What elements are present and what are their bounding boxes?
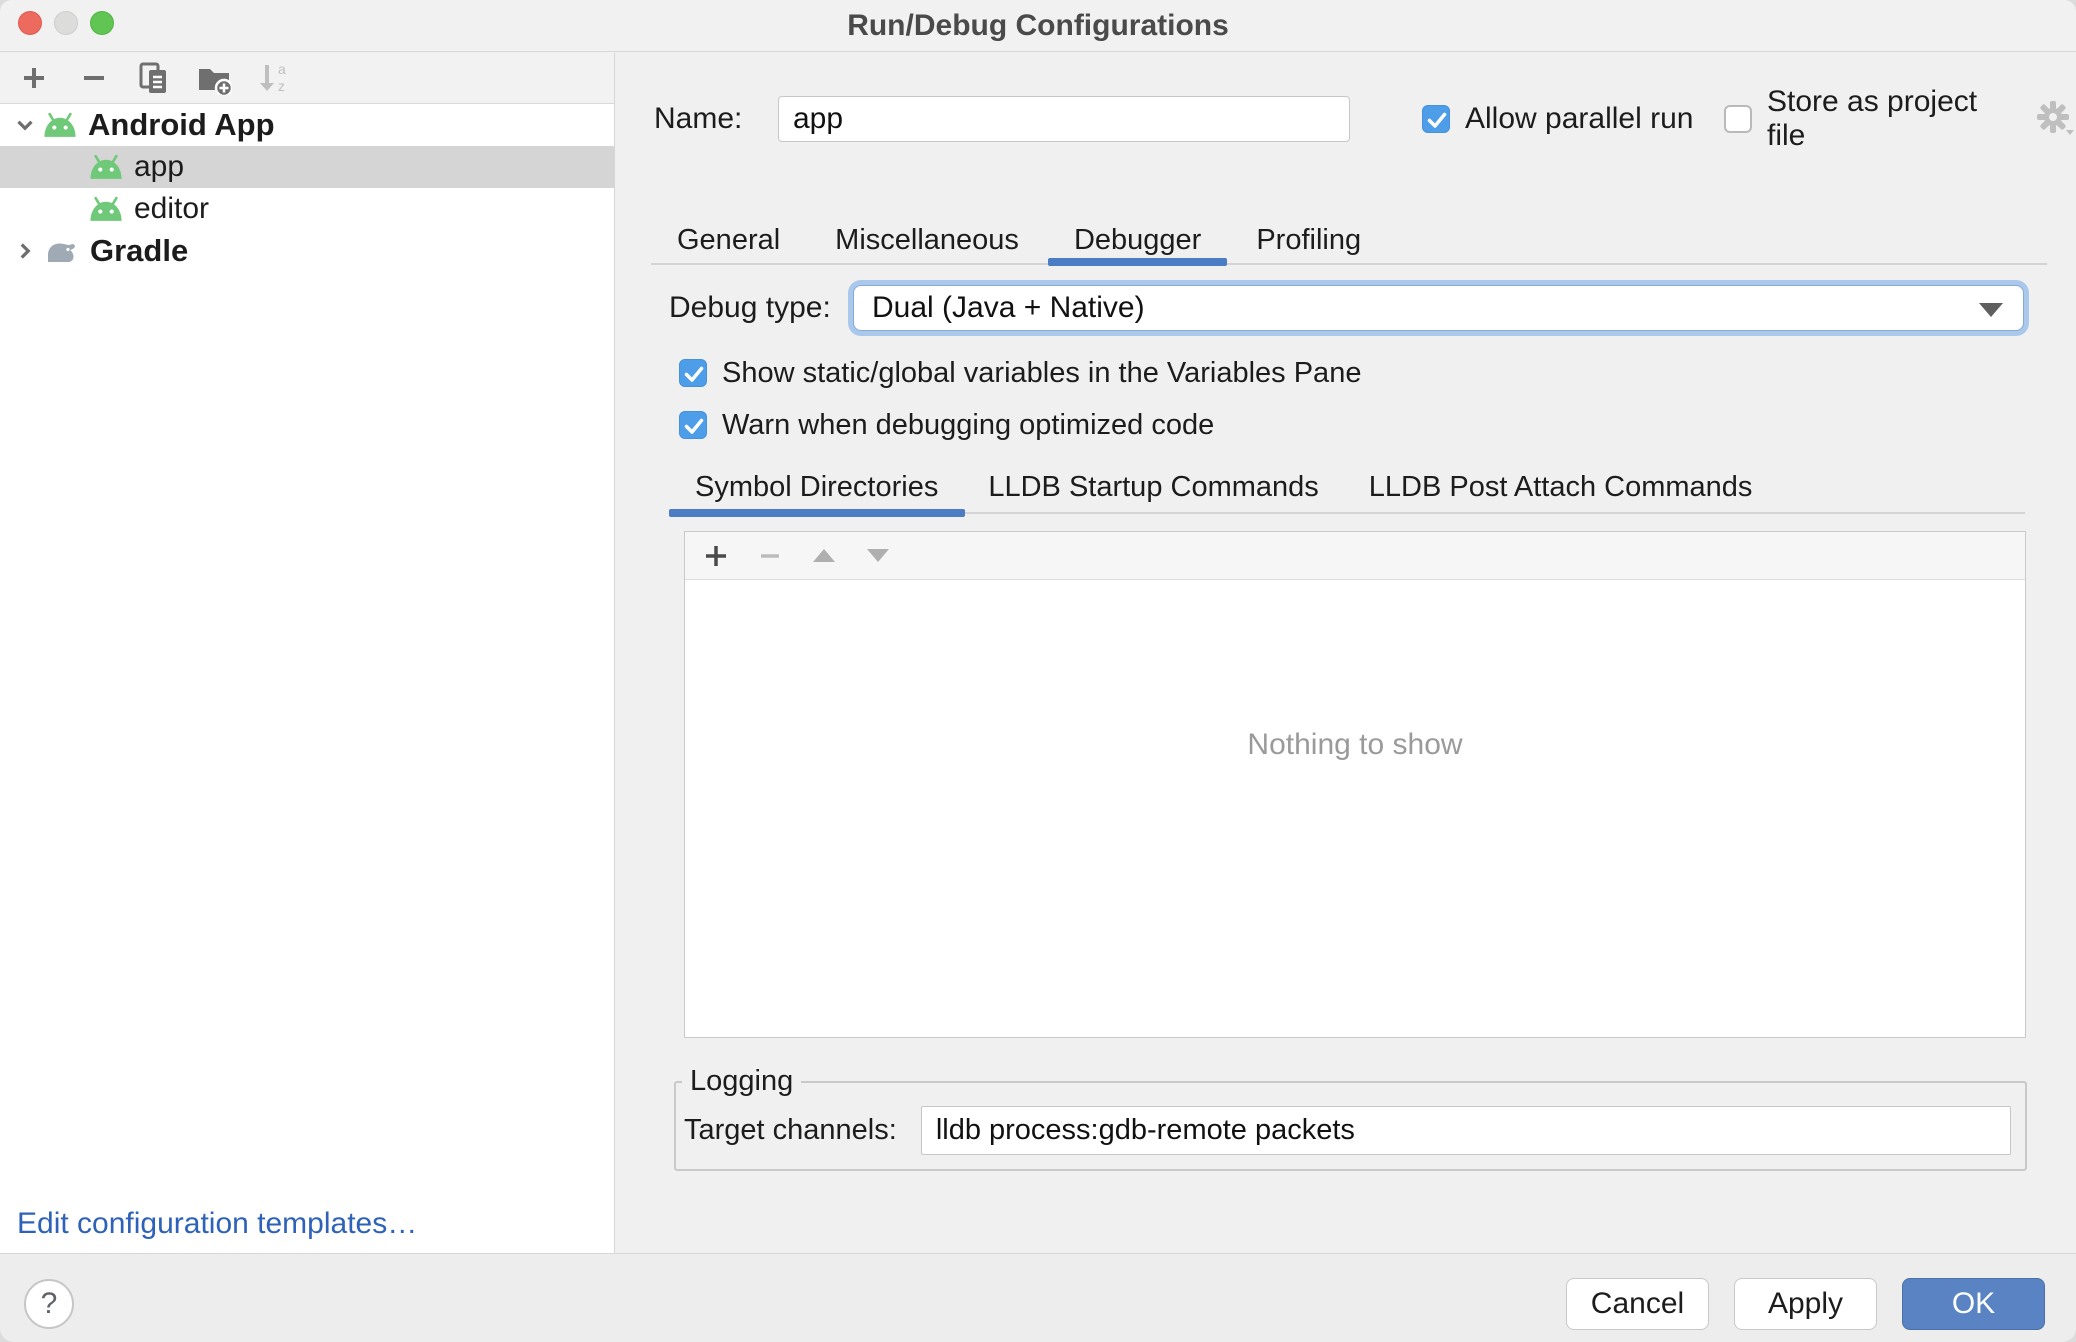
checkmark-icon <box>680 412 706 440</box>
new-folder-button[interactable] <box>196 60 232 96</box>
show-static-checkbox-row[interactable]: Show static/global variables in the Vari… <box>679 358 1361 388</box>
sort-configurations-button[interactable]: a z <box>256 60 292 96</box>
dropdown-arrow-icon <box>1979 303 2003 317</box>
ok-button[interactable]: OK <box>1902 1278 2045 1330</box>
copy-configuration-button[interactable] <box>136 60 172 96</box>
svg-text:a: a <box>278 61 286 77</box>
tab-lldb-post-attach-commands[interactable]: LLDB Post Attach Commands <box>1369 465 1753 509</box>
tab-profiling[interactable]: Profiling <box>1256 217 1361 263</box>
show-static-label: Show static/global variables in the Vari… <box>722 357 1361 390</box>
new-folder-icon <box>196 61 232 95</box>
android-icon <box>88 196 124 223</box>
arrow-up-icon <box>813 549 835 562</box>
target-channels-label: Target channels: <box>684 1114 897 1147</box>
tab-lldb-startup-commands[interactable]: LLDB Startup Commands <box>988 465 1318 509</box>
dialog-footer: ? Cancel Apply OK <box>0 1253 2076 1342</box>
tree-item-label: Android App <box>88 107 275 143</box>
window-title: Run/Debug Configurations <box>0 0 2076 52</box>
tree-item-app[interactable]: app <box>0 146 614 188</box>
tab-miscellaneous[interactable]: Miscellaneous <box>835 217 1019 263</box>
warn-optimized-checkbox[interactable] <box>679 411 707 439</box>
store-options-button[interactable] <box>2036 100 2076 138</box>
tree-item-label: Gradle <box>90 233 188 269</box>
run-debug-configurations-dialog: Run/Debug Configurations <box>0 0 2076 1342</box>
title-bar: Run/Debug Configurations <box>0 0 2076 52</box>
tab-general[interactable]: General <box>677 217 780 263</box>
checkmark-icon <box>680 360 706 388</box>
show-static-checkbox[interactable] <box>679 359 707 387</box>
name-input[interactable] <box>778 96 1350 142</box>
remove-configuration-button[interactable] <box>76 60 112 96</box>
debug-type-label: Debug type: <box>669 281 831 335</box>
store-as-project-file-checkbox[interactable] <box>1724 105 1752 133</box>
warn-optimized-label: Warn when debugging optimized code <box>722 409 1214 442</box>
chevron-down-icon[interactable] <box>8 112 42 138</box>
gradle-icon <box>42 237 80 265</box>
debug-type-value: Dual (Java + Native) <box>872 291 1145 324</box>
tab-bar-divider <box>651 263 2047 265</box>
logging-legend: Logging <box>682 1065 801 1098</box>
remove-icon <box>78 62 110 94</box>
cancel-button[interactable]: Cancel <box>1566 1278 1709 1330</box>
store-as-project-file-checkbox-row[interactable]: Store as project file <box>1724 96 2076 142</box>
add-configuration-button[interactable] <box>16 60 52 96</box>
svg-text:z: z <box>278 78 285 94</box>
tree-item-editor[interactable]: editor <box>0 188 614 230</box>
store-as-project-file-label: Store as project file <box>1767 85 2011 153</box>
configurations-sidebar: a z Android App <box>0 53 615 1253</box>
apply-button[interactable]: Apply <box>1734 1278 1877 1330</box>
sort-alpha-icon: a z <box>256 61 292 95</box>
tab-symbol-directories[interactable]: Symbol Directories <box>695 465 938 509</box>
sidebar-toolbar: a z <box>0 53 614 104</box>
allow-parallel-run-checkbox[interactable] <box>1422 105 1450 133</box>
question-mark-icon: ? <box>41 1287 58 1321</box>
symbol-directories-panel: Nothing to show <box>684 531 2026 1038</box>
copy-icon <box>137 61 171 95</box>
warn-optimized-checkbox-row[interactable]: Warn when debugging optimized code <box>679 410 1214 440</box>
remove-icon <box>756 542 784 570</box>
add-icon <box>702 542 730 570</box>
target-channels-input[interactable] <box>921 1106 2011 1155</box>
add-icon <box>18 62 50 94</box>
help-button[interactable]: ? <box>24 1279 74 1329</box>
tree-item-android-app[interactable]: Android App <box>0 104 614 146</box>
config-tab-bar: General Miscellaneous Debugger Profiling <box>677 217 1361 263</box>
allow-parallel-run-checkbox-row[interactable]: Allow parallel run <box>1422 96 1693 142</box>
tree-item-label: editor <box>134 192 209 226</box>
logging-group: Logging Target channels: <box>674 1065 2027 1171</box>
android-icon <box>88 154 124 181</box>
add-directory-button[interactable] <box>702 542 730 570</box>
debug-type-dropdown[interactable]: Dual (Java + Native) <box>853 285 2024 331</box>
move-up-button[interactable] <box>810 542 838 570</box>
allow-parallel-run-label: Allow parallel run <box>1465 102 1693 136</box>
configurations-tree: Android App app <box>0 104 614 272</box>
debugger-tab-bar: Symbol Directories LLDB Startup Commands… <box>695 465 1752 509</box>
name-label: Name: <box>654 96 742 142</box>
edit-configuration-templates-link[interactable]: Edit configuration templates… <box>17 1207 417 1241</box>
chevron-right-icon[interactable] <box>8 238 42 264</box>
configuration-form: Name: Allow parallel run Store as projec… <box>616 53 2076 1253</box>
symbol-directories-toolbar <box>685 532 2025 580</box>
tab-debugger[interactable]: Debugger <box>1074 217 1201 263</box>
gear-icon <box>2036 100 2076 138</box>
remove-directory-button[interactable] <box>756 542 784 570</box>
footer-buttons: Cancel Apply OK <box>1566 1278 2045 1330</box>
empty-list-message: Nothing to show <box>685 728 2025 762</box>
arrow-down-icon <box>867 549 889 562</box>
move-down-button[interactable] <box>864 542 892 570</box>
tree-item-gradle[interactable]: Gradle <box>0 230 614 272</box>
tree-item-label: app <box>134 150 184 184</box>
android-icon <box>42 112 78 139</box>
checkmark-icon <box>1423 106 1449 134</box>
